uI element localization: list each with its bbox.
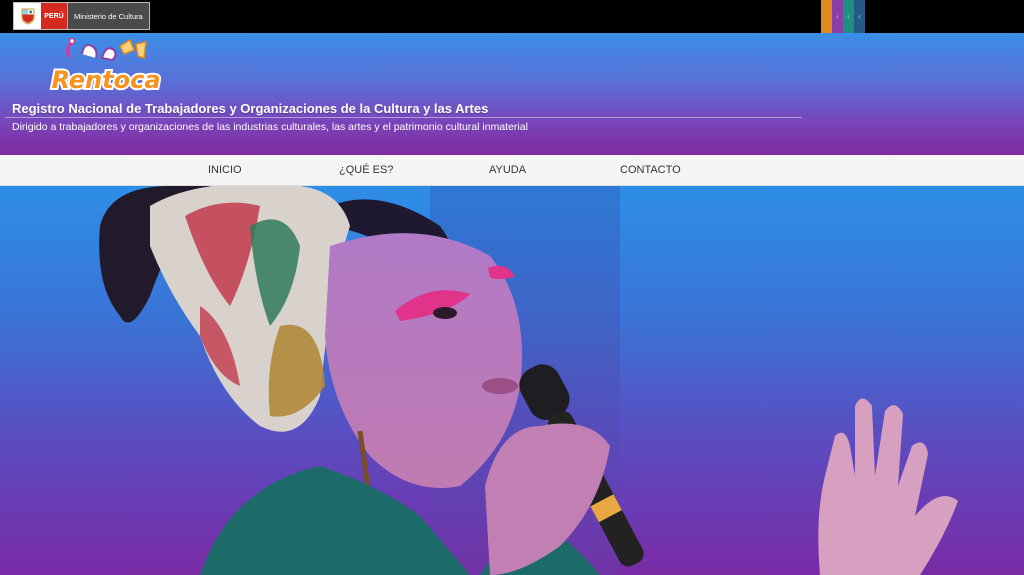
nav-item-ayuda[interactable]: AYUDA (489, 155, 526, 186)
rentoca-logo[interactable]: Rentoca (42, 36, 170, 98)
page-subtitle: Dirigido a trabajadores y organizaciones… (12, 121, 528, 133)
chevron-left-icon: ‹ (847, 12, 850, 21)
site-header: Rentoca Registro Nacional de Trabajadore… (0, 33, 1024, 155)
peru-shield-icon (14, 3, 41, 29)
main-nav: INICIO ¿QUÉ ES? AYUDA CONTACTO (0, 155, 1024, 186)
ministry-label: Ministerio de Cultura (67, 3, 149, 29)
peru-label: PERÚ (41, 3, 67, 29)
color-tab-orange[interactable] (821, 0, 832, 33)
ministry-logo[interactable]: PERÚ Ministerio de Cultura (13, 2, 150, 30)
hero-image (99, 186, 958, 575)
nav-item-inicio[interactable]: INICIO (208, 155, 242, 186)
color-tab-purple[interactable]: ‹ (832, 0, 843, 33)
svg-text:Rentoca: Rentoca (51, 66, 160, 94)
chevron-left-icon: ‹ (858, 12, 861, 21)
chevron-left-icon: ‹ (836, 12, 839, 21)
page-title: Registro Nacional de Trabajadores y Orga… (12, 101, 489, 116)
top-bar: PERÚ Ministerio de Cultura ‹ ‹ ‹ (0, 0, 1024, 33)
color-tab-blue[interactable]: ‹ (854, 0, 865, 33)
title-divider (5, 117, 802, 118)
nav-item-que-es[interactable]: ¿QUÉ ES? (339, 155, 393, 186)
nav-item-contacto[interactable]: CONTACTO (620, 155, 681, 186)
hero-banner (0, 186, 1024, 575)
color-tab-teal[interactable]: ‹ (843, 0, 854, 33)
color-tabs: ‹ ‹ ‹ (821, 0, 865, 33)
